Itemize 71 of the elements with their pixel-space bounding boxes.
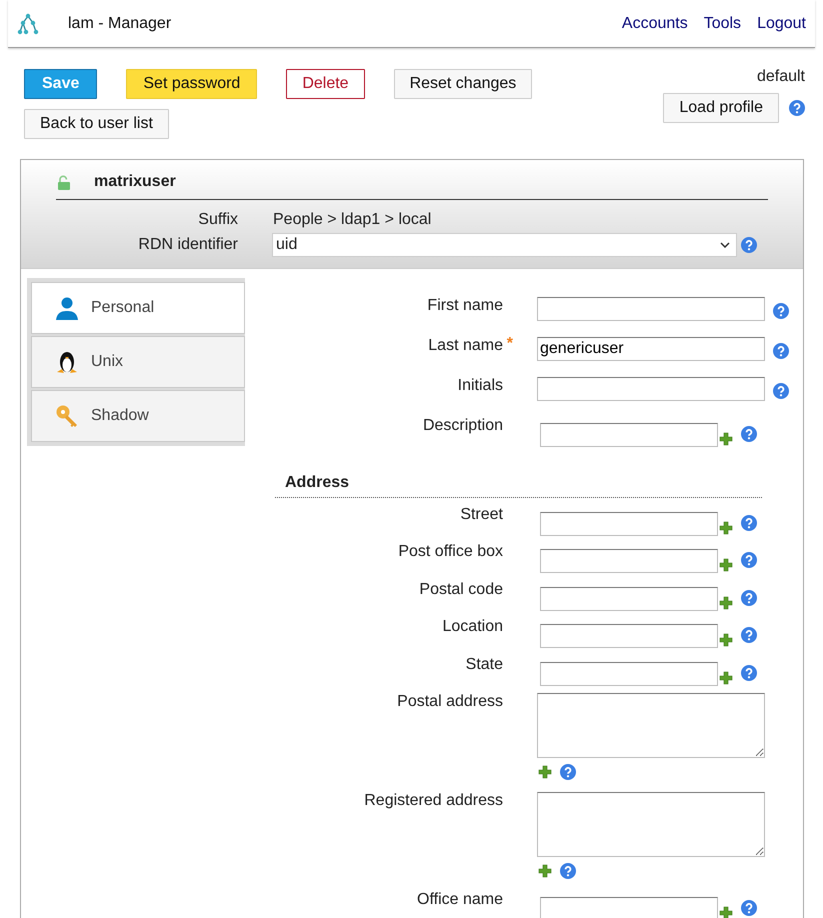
input-field[interactable] (540, 662, 718, 686)
help-icon[interactable] (741, 664, 757, 680)
penguin-icon (55, 350, 79, 374)
field-label: Registered address (364, 792, 503, 809)
input-field[interactable] (540, 897, 718, 918)
add-icon[interactable] (538, 864, 552, 878)
field-label: Last name (428, 337, 503, 354)
input-field[interactable] (540, 423, 718, 447)
tab[interactable]: Shadow (31, 390, 245, 442)
nav-link[interactable]: Logout (757, 14, 806, 32)
field-label: Location (442, 618, 503, 635)
add-icon[interactable] (719, 633, 733, 647)
action-button[interactable]: Reset changes (394, 69, 532, 99)
help-icon[interactable] (741, 900, 757, 916)
add-icon[interactable] (719, 558, 733, 572)
input-field[interactable] (540, 549, 718, 573)
network-logo-icon (17, 12, 39, 34)
help-icon[interactable] (789, 100, 805, 116)
action-button[interactable]: Delete (286, 69, 365, 99)
nav-link[interactable]: Tools (704, 14, 742, 32)
field-label: Street (460, 506, 503, 522)
field-label: Post office box (398, 543, 503, 560)
required-mark: * (506, 335, 513, 353)
rdn-select[interactable]: uid (272, 233, 737, 257)
input-field[interactable] (540, 624, 718, 648)
help-icon[interactable] (741, 590, 757, 606)
key-icon (55, 404, 79, 428)
input-field[interactable] (537, 297, 765, 321)
action-button[interactable]: Back to user list (24, 109, 169, 139)
help-icon[interactable] (560, 764, 576, 780)
field-label: Postal address (397, 693, 503, 710)
tab[interactable]: Unix (31, 336, 245, 388)
input-field[interactable] (537, 377, 765, 401)
tab[interactable]: Personal (31, 282, 245, 334)
app-title: lam - Manager (68, 14, 172, 32)
add-icon[interactable] (719, 906, 733, 918)
help-icon[interactable] (773, 303, 789, 319)
field-label: State (466, 656, 503, 672)
help-icon[interactable] (773, 383, 789, 399)
action-button[interactable]: Set password (126, 69, 258, 99)
help-icon[interactable] (741, 237, 757, 253)
field-label: First name (427, 297, 503, 314)
add-icon[interactable] (719, 670, 733, 684)
chevron-down-icon (720, 242, 730, 248)
profile-name: default (756, 69, 805, 85)
help-icon[interactable] (560, 863, 576, 879)
help-icon[interactable] (773, 343, 789, 359)
field-label: Suffix (197, 211, 239, 229)
add-icon[interactable] (538, 765, 552, 779)
field-label: RDN identifier (137, 236, 239, 254)
field-label: Initials (458, 377, 503, 394)
section-heading: Address (275, 474, 762, 498)
add-icon[interactable] (719, 596, 733, 610)
person-icon (55, 296, 79, 320)
help-icon[interactable] (741, 552, 757, 568)
nav-link[interactable]: Accounts (622, 14, 688, 32)
input-field[interactable]: genericuser (537, 337, 765, 361)
field-label: Postal code (419, 580, 503, 598)
help-icon[interactable] (741, 514, 757, 530)
help-icon[interactable] (741, 627, 757, 643)
field-label: Office name (417, 891, 503, 908)
help-icon[interactable] (741, 426, 757, 442)
add-icon[interactable] (719, 432, 733, 446)
load-profile-button[interactable]: Load profile (663, 93, 779, 123)
field-label: Description (422, 417, 503, 434)
input-field[interactable] (540, 512, 718, 536)
entry-name: matrixuser (94, 173, 176, 191)
suffix-value: People > ldap1 > local (273, 211, 432, 229)
add-icon[interactable] (719, 520, 733, 534)
input-field[interactable] (540, 586, 718, 610)
unlocked-lock-icon (57, 175, 71, 191)
